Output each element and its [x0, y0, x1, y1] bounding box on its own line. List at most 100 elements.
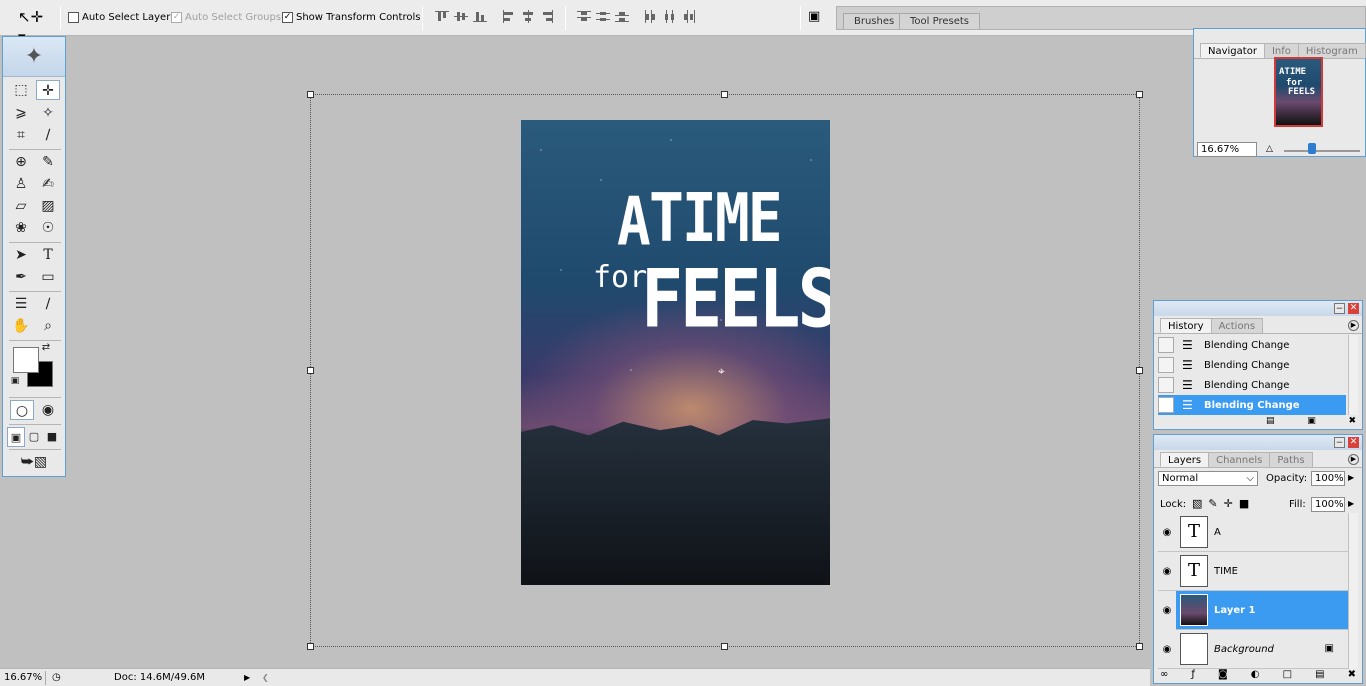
zoom-slider-thumb[interactable]	[1308, 143, 1316, 154]
fill-slider-arrow-icon[interactable]: ▶	[1348, 499, 1354, 508]
move-tool-icon[interactable]: ✛	[36, 80, 60, 100]
layer-row[interactable]: ◉ T A	[1158, 513, 1348, 552]
history-source-box[interactable]	[1158, 397, 1174, 413]
navigator-preview[interactable]: ATIME for FEELS	[1274, 57, 1323, 127]
type-tool-icon[interactable]: T	[36, 245, 60, 265]
clone-stamp-tool-icon[interactable]: ♙	[9, 174, 33, 194]
history-source-box[interactable]	[1158, 357, 1174, 373]
notes-tool-icon[interactable]: ☰	[9, 294, 33, 314]
new-group-icon[interactable]: □	[1283, 669, 1292, 683]
status-menu-arrow-icon[interactable]: ▶	[244, 671, 254, 685]
history-source-box[interactable]	[1158, 337, 1174, 353]
eye-icon[interactable]: ◉	[1158, 590, 1176, 630]
transform-handle[interactable]	[1136, 643, 1143, 650]
full-screen-menu-mode-icon[interactable]: ▢	[25, 427, 43, 447]
jump-to-imageready-icon[interactable]: ⮩▧	[9, 452, 59, 472]
history-item[interactable]: ☰ Blending Change	[1158, 355, 1346, 375]
eraser-tool-icon[interactable]: ▱	[9, 196, 33, 216]
palette-well-tab-brushes[interactable]: Brushes	[843, 13, 906, 29]
history-item-selected[interactable]: ☰ Blending Change	[1158, 395, 1346, 415]
lock-all-icon[interactable]: ■	[1239, 497, 1255, 510]
create-snapshot-icon[interactable]: ▣	[1307, 416, 1316, 430]
zoom-out-icon[interactable]: △	[1266, 144, 1273, 154]
navigator-zoom-field[interactable]: 16.67%	[1197, 142, 1257, 157]
palette-well-tab-tool-presets[interactable]: Tool Presets	[899, 13, 980, 29]
fill-field[interactable]: 100%	[1311, 497, 1345, 512]
eye-icon[interactable]: ◉	[1158, 552, 1176, 591]
new-document-from-state-icon[interactable]: ▤	[1266, 416, 1275, 430]
navigator-zoom-slider[interactable]	[1284, 150, 1360, 152]
document-canvas[interactable]: A TIME for FEELS	[521, 120, 830, 585]
tab-paths[interactable]: Paths	[1269, 452, 1313, 467]
panel-menu-icon[interactable]: ▶	[1348, 320, 1359, 331]
layer-row[interactable]: ◉ T TIME	[1158, 552, 1348, 591]
align-left-edges-icon[interactable]	[502, 10, 516, 23]
minimize-icon[interactable]: −	[1334, 303, 1345, 314]
foreground-color-swatch[interactable]	[13, 347, 39, 373]
align-vertical-centers-icon[interactable]	[454, 10, 468, 23]
distribute-right-edges-icon[interactable]	[682, 10, 696, 23]
marquee-tool-icon[interactable]: ⬚	[9, 80, 33, 100]
pen-tool-icon[interactable]: ✒	[9, 267, 33, 287]
gradient-tool-icon[interactable]: ▨	[36, 196, 60, 216]
shape-tool-icon[interactable]: ▭	[36, 267, 60, 287]
transform-handle[interactable]	[307, 643, 314, 650]
history-source-box[interactable]	[1158, 377, 1174, 393]
standard-mode-icon[interactable]: ○	[10, 400, 34, 420]
tab-layers[interactable]: Layers	[1160, 452, 1210, 467]
eye-icon[interactable]: ◉	[1158, 513, 1176, 552]
new-layer-icon[interactable]: ▤	[1315, 669, 1324, 683]
blur-tool-icon[interactable]: ❀	[9, 218, 33, 238]
lasso-tool-icon[interactable]: ⩾	[9, 103, 33, 123]
tab-histogram[interactable]: Histogram	[1297, 43, 1366, 58]
tab-history[interactable]: History	[1160, 318, 1212, 333]
transform-handle[interactable]	[721, 91, 728, 98]
crop-tool-icon[interactable]: ⌗	[9, 125, 33, 145]
scroll-left-icon[interactable]: ❮	[262, 671, 272, 685]
transform-handle[interactable]	[307, 367, 314, 374]
close-icon[interactable]: ✕	[1348, 437, 1359, 448]
opacity-field[interactable]: 100%	[1311, 471, 1345, 486]
delete-state-icon[interactable]: ✖	[1348, 416, 1356, 430]
add-mask-icon[interactable]: ◙	[1218, 669, 1228, 683]
align-bottom-edges-icon[interactable]	[473, 10, 487, 23]
transform-handle[interactable]	[307, 91, 314, 98]
distribute-vertical-centers-icon[interactable]	[596, 10, 610, 23]
history-scrollbar[interactable]	[1348, 335, 1358, 415]
lock-transparent-icon[interactable]: ▧	[1192, 497, 1208, 510]
auto-select-layer-checkbox[interactable]: Auto Select Layer	[68, 10, 170, 24]
distribute-top-edges-icon[interactable]	[577, 10, 591, 23]
status-history-icon[interactable]: ◷	[52, 671, 66, 685]
minimize-icon[interactable]: −	[1334, 437, 1345, 448]
quick-mask-mode-icon[interactable]: ◉	[36, 400, 60, 420]
full-screen-mode-icon[interactable]: ■	[43, 427, 61, 447]
panel-menu-icon[interactable]: ▶	[1348, 454, 1359, 465]
zoom-tool-icon[interactable]: ⌕	[36, 316, 60, 336]
hand-tool-icon[interactable]: ✋	[9, 316, 33, 336]
transform-handle[interactable]	[1136, 367, 1143, 374]
brush-tool-icon[interactable]: ✎	[36, 152, 60, 172]
tab-info[interactable]: Info	[1263, 43, 1299, 58]
layer-row[interactable]: ◉ Background ▣	[1158, 630, 1348, 669]
show-transform-controls-checkbox[interactable]: ✓ Show Transform Controls	[282, 10, 420, 24]
feather-logo-icon[interactable]: ✦	[3, 37, 65, 77]
magic-wand-tool-icon[interactable]: ✧	[36, 103, 60, 123]
tab-actions[interactable]: Actions	[1210, 318, 1264, 333]
history-item[interactable]: ☰ Blending Change	[1158, 335, 1346, 355]
distribute-bottom-edges-icon[interactable]	[615, 10, 629, 23]
auto-select-groups-checkbox[interactable]: ✓ Auto Select Groups	[171, 10, 281, 24]
eyedropper-tool-icon[interactable]: ∕	[36, 294, 60, 314]
delete-layer-icon[interactable]: ✖	[1348, 669, 1356, 683]
lock-image-icon[interactable]: ✎	[1208, 497, 1223, 510]
default-colors-icon[interactable]: ▣	[9, 375, 21, 387]
align-top-edges-icon[interactable]	[435, 10, 449, 23]
lock-position-icon[interactable]: ✛	[1224, 497, 1239, 510]
layer-style-icon[interactable]: ƒ	[1191, 669, 1195, 683]
layer-row-selected[interactable]: ◉ Layer 1	[1158, 590, 1348, 630]
link-layers-icon[interactable]: ∞	[1160, 669, 1168, 683]
go-to-bridge-icon[interactable]: ▣	[808, 7, 828, 27]
blend-mode-select[interactable]: Normal ⌵	[1158, 471, 1258, 486]
swap-colors-icon[interactable]: ⇄	[39, 341, 53, 355]
path-selection-tool-icon[interactable]: ➤	[9, 245, 33, 265]
align-horizontal-centers-icon[interactable]	[521, 10, 535, 23]
